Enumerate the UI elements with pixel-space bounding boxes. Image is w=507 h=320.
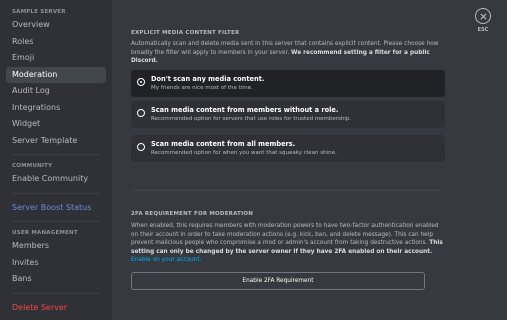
section-divider	[131, 190, 442, 191]
sidebar-item-roles[interactable]: Roles	[6, 34, 106, 51]
explicit-filter-description: Automatically scan and delete media sent…	[131, 40, 443, 66]
option-subtitle: Recommended option for servers that use …	[151, 116, 352, 122]
sidebar-item-enable-community[interactable]: Enable Community	[6, 171, 106, 188]
option-title: Scan media content from members without …	[151, 106, 339, 114]
sidebar-item-overview[interactable]: Overview	[6, 17, 106, 34]
sidebar-item-moderation[interactable]: Moderation	[6, 66, 106, 83]
user-management-header: USER MANAGEMENT	[12, 230, 78, 236]
option-title: Don't scan any media content.	[151, 75, 265, 83]
sidebar-item-emoji[interactable]: Emoji	[6, 50, 106, 67]
radio-unselected-icon[interactable]	[137, 109, 145, 117]
twofa-title: 2FA REQUIREMENT FOR MODERATION	[131, 211, 253, 217]
option-subtitle: My friends are nice most of the time.	[151, 85, 253, 91]
sidebar-item-invites[interactable]: Invites	[6, 255, 106, 272]
sidebar-item-server-template[interactable]: Server Template	[6, 133, 106, 150]
filter-option-scan-without-role[interactable]: Scan media content from members without …	[131, 101, 445, 128]
close-control[interactable]: ESC	[472, 8, 494, 33]
sidebar-item-server-boost-status[interactable]: Server Boost Status	[6, 200, 106, 217]
radio-selected-icon[interactable]	[137, 78, 145, 86]
sidebar-separator	[12, 154, 100, 155]
close-button[interactable]	[475, 8, 491, 24]
twofa-description: When enabled, this requires members with…	[131, 222, 443, 265]
option-subtitle: Recommended option for when you want tha…	[151, 150, 337, 156]
sidebar-item-members[interactable]: Members	[6, 238, 106, 255]
sidebar-item-delete-server[interactable]: Delete Server	[6, 300, 106, 317]
filter-option-scan-all[interactable]: Scan media content from all members. Rec…	[131, 135, 445, 162]
settings-sidebar: SAMPLE SERVER Overview Roles Emoji Moder…	[0, 0, 112, 320]
option-title: Scan media content from all members.	[151, 140, 296, 148]
sidebar-separator	[12, 221, 100, 222]
sidebar-item-widget[interactable]: Widget	[6, 116, 106, 133]
sidebar-separator	[12, 192, 100, 194]
enable-2fa-account-link[interactable]: Enable on your account.	[131, 257, 201, 263]
esc-label: ESC	[477, 27, 489, 33]
explicit-filter-title: EXPLICIT MEDIA CONTENT FILTER	[131, 30, 240, 36]
close-icon	[479, 12, 487, 20]
community-header: COMMUNITY	[12, 163, 53, 169]
sidebar-item-integrations[interactable]: Integrations	[6, 100, 106, 117]
twofa-description-text: When enabled, this requires members with…	[131, 223, 439, 247]
sidebar-item-bans[interactable]: Bans	[6, 271, 106, 288]
sidebar-separator	[12, 292, 100, 294]
sidebar-item-audit-log[interactable]: Audit Log	[6, 83, 106, 100]
radio-unselected-icon[interactable]	[137, 143, 145, 151]
server-name-header: SAMPLE SERVER	[12, 9, 66, 15]
enable-2fa-requirement-button[interactable]: Enable 2FA Requirement	[131, 272, 425, 290]
filter-option-dont-scan[interactable]: Don't scan any media content. My friends…	[131, 70, 445, 97]
settings-content: EXPLICIT MEDIA CONTENT FILTER Automatica…	[112, 0, 507, 320]
